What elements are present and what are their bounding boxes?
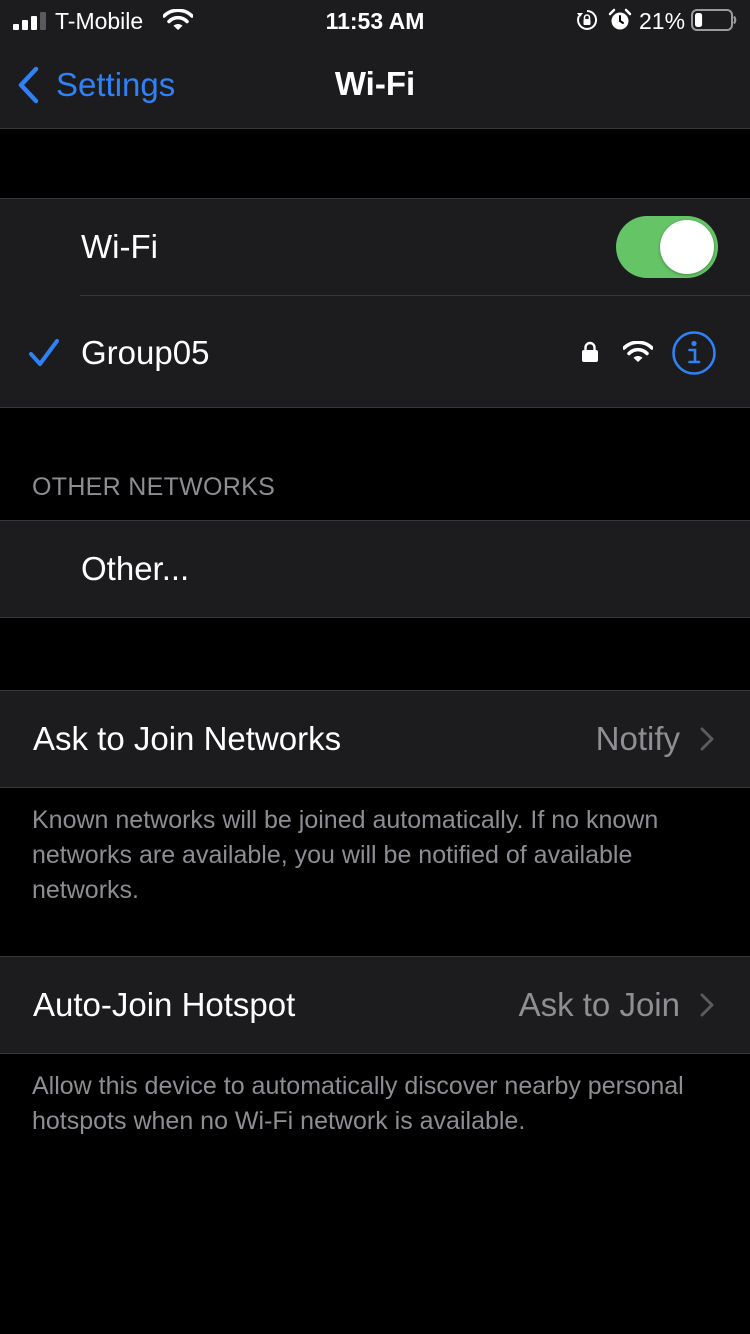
status-time: 11:53 AM — [325, 8, 425, 34]
chevron-right-icon — [700, 727, 714, 751]
ask-to-join-value: Notify — [595, 720, 680, 757]
auto-join-hotspot-value: Ask to Join — [518, 986, 680, 1023]
battery-percent: 21% — [639, 8, 686, 34]
ask-to-join-footer: Known networks will be joined automatica… — [32, 806, 659, 904]
other-network-button[interactable]: Other... — [81, 549, 189, 589]
wifi-signal-icon — [623, 341, 653, 362]
toggle-knob — [660, 220, 714, 274]
chevron-right-icon — [700, 993, 714, 1017]
ask-to-join-label: Ask to Join Networks — [33, 720, 342, 757]
battery-icon — [691, 9, 737, 31]
rotation-lock-icon — [577, 9, 598, 30]
divider — [80, 295, 750, 296]
lock-icon — [582, 341, 598, 362]
connected-network-name[interactable]: Group05 — [81, 333, 209, 373]
auto-join-hotspot-label: Auto-Join Hotspot — [33, 986, 296, 1023]
other-networks-header: OTHER NETWORKS — [32, 473, 276, 501]
auto-join-hotspot-footer: Allow this device to automatically disco… — [32, 1072, 684, 1135]
page-title: Wi-Fi — [334, 65, 416, 102]
info-icon[interactable] — [671, 330, 717, 376]
alarm-icon — [608, 8, 632, 30]
checkmark-icon — [29, 339, 59, 366]
wifi-toggle-label: Wi-Fi — [81, 228, 158, 265]
wifi-toggle[interactable] — [616, 216, 718, 278]
